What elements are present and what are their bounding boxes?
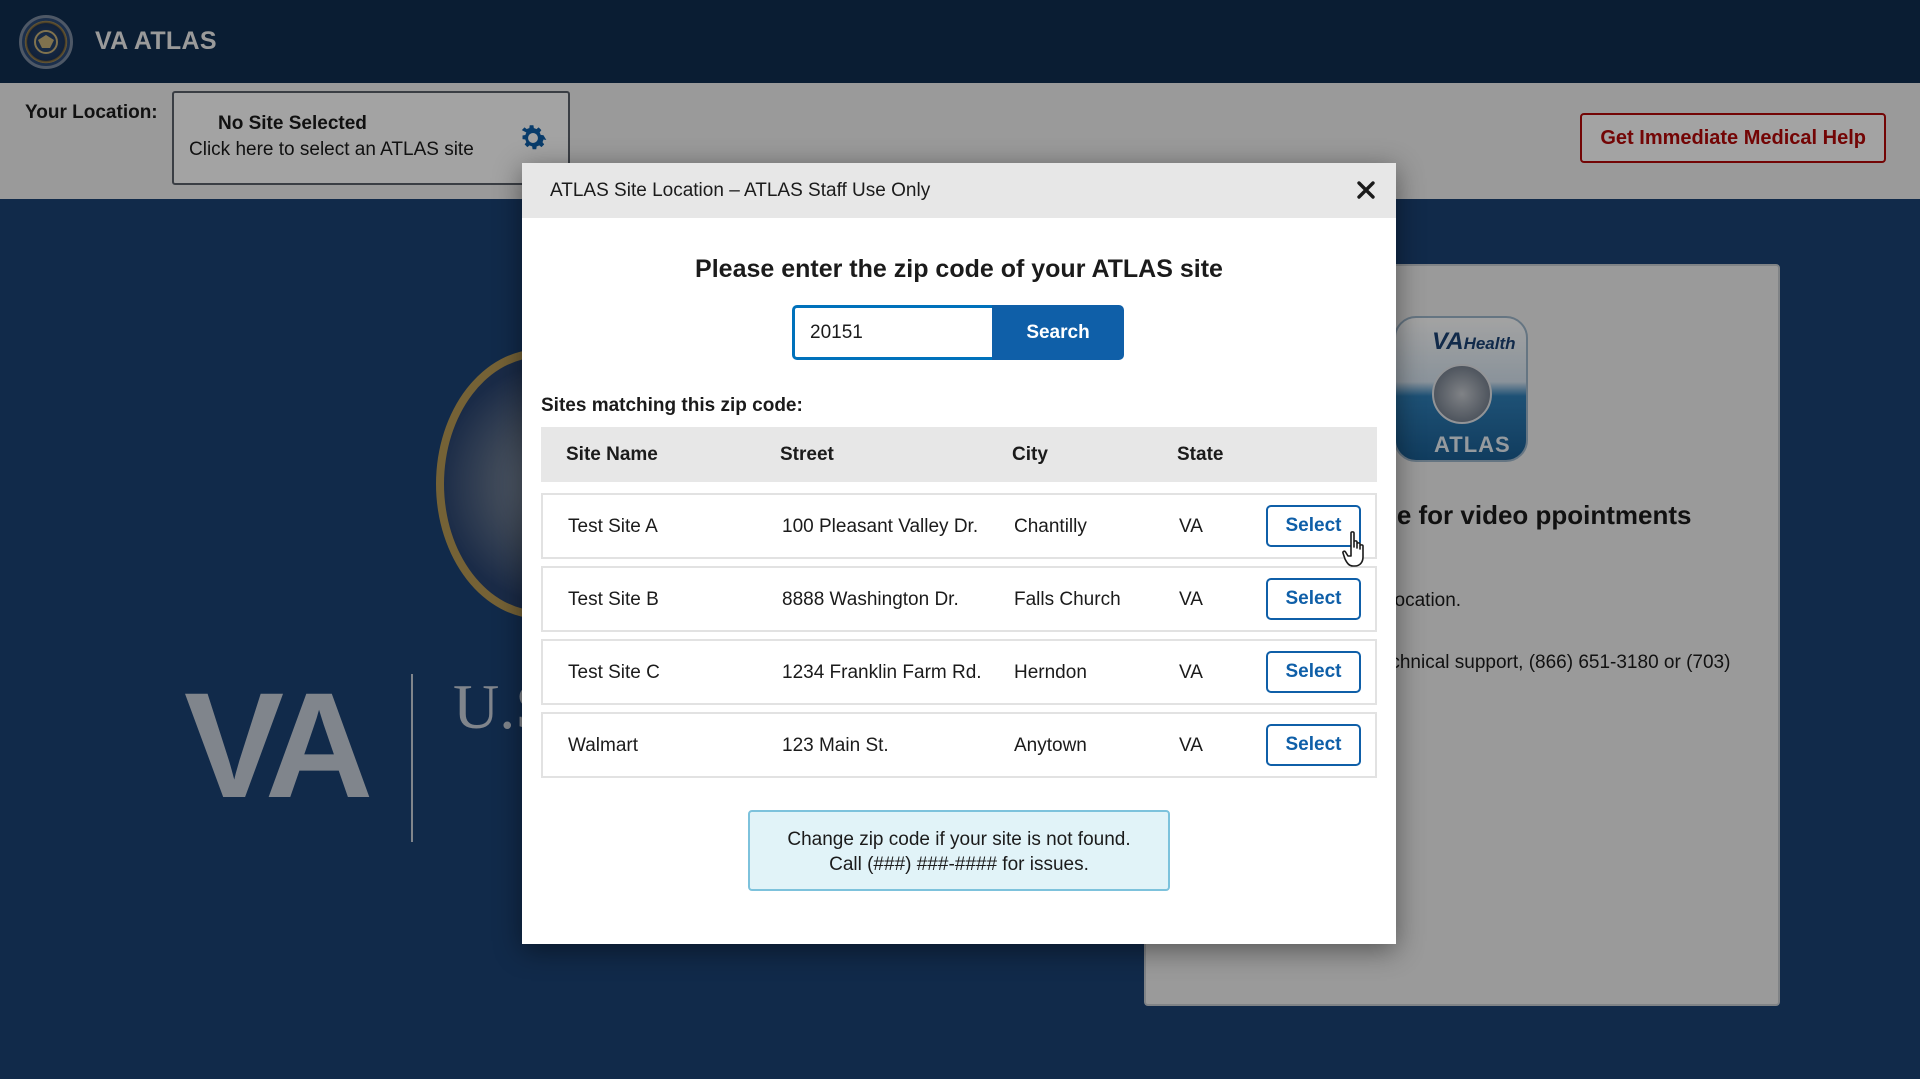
street-cell: 123 Main St. — [782, 735, 889, 756]
state-cell: VA — [1179, 735, 1203, 756]
site-name-cell: Walmart — [568, 735, 639, 756]
state-cell: VA — [1179, 589, 1203, 610]
table-row: Test Site C 1234 Franklin Farm Rd. Hernd… — [541, 639, 1377, 705]
street-cell: 100 Pleasant Valley Dr. — [782, 516, 979, 537]
site-location-modal: ATLAS Site Location – ATLAS Staff Use On… — [522, 163, 1396, 944]
site-name-cell: Test Site A — [568, 516, 658, 537]
close-icon[interactable] — [1354, 178, 1378, 202]
notice-line-2: Call (###) ###-#### for issues. — [829, 853, 1089, 875]
city-cell: Chantilly — [1014, 516, 1087, 537]
table-row: Test Site B 8888 Washington Dr. Falls Ch… — [541, 566, 1377, 632]
state-cell: VA — [1179, 516, 1203, 537]
matches-label: Sites matching this zip code: — [541, 395, 803, 416]
zip-input[interactable] — [792, 305, 992, 360]
hand-cursor-icon — [1342, 531, 1364, 567]
modal-title: ATLAS Site Location – ATLAS Staff Use On… — [550, 179, 931, 201]
table-header: Site Name Street City State — [541, 427, 1377, 482]
state-cell: VA — [1179, 662, 1203, 683]
select-site-c-button[interactable]: Select — [1266, 651, 1361, 693]
street-cell: 8888 Washington Dr. — [782, 589, 959, 610]
zip-prompt: Please enter the zip code of your ATLAS … — [695, 255, 1223, 283]
site-name-cell: Test Site C — [568, 662, 660, 683]
city-cell: Falls Church — [1014, 589, 1121, 610]
info-notice: Change zip code if your site is not foun… — [748, 810, 1170, 891]
modal-header: ATLAS Site Location – ATLAS Staff Use On… — [522, 163, 1396, 218]
column-site-name: Site Name — [566, 444, 658, 465]
notice-line-1: Change zip code if your site is not foun… — [787, 829, 1131, 850]
table-row: Test Site A 100 Pleasant Valley Dr. Chan… — [541, 493, 1377, 559]
zip-search-group: Search — [792, 305, 1124, 360]
search-button[interactable]: Search — [992, 305, 1124, 360]
city-cell: Herndon — [1014, 662, 1087, 683]
city-cell: Anytown — [1014, 735, 1087, 756]
column-street: Street — [780, 444, 834, 465]
site-name-cell: Test Site B — [568, 589, 659, 610]
column-city: City — [1012, 444, 1048, 465]
select-site-b-button[interactable]: Select — [1266, 578, 1361, 620]
street-cell: 1234 Franklin Farm Rd. — [782, 662, 982, 683]
column-state: State — [1177, 444, 1224, 465]
table-row: Walmart 123 Main St. Anytown VA Select — [541, 712, 1377, 778]
select-walmart-button[interactable]: Select — [1266, 724, 1361, 766]
